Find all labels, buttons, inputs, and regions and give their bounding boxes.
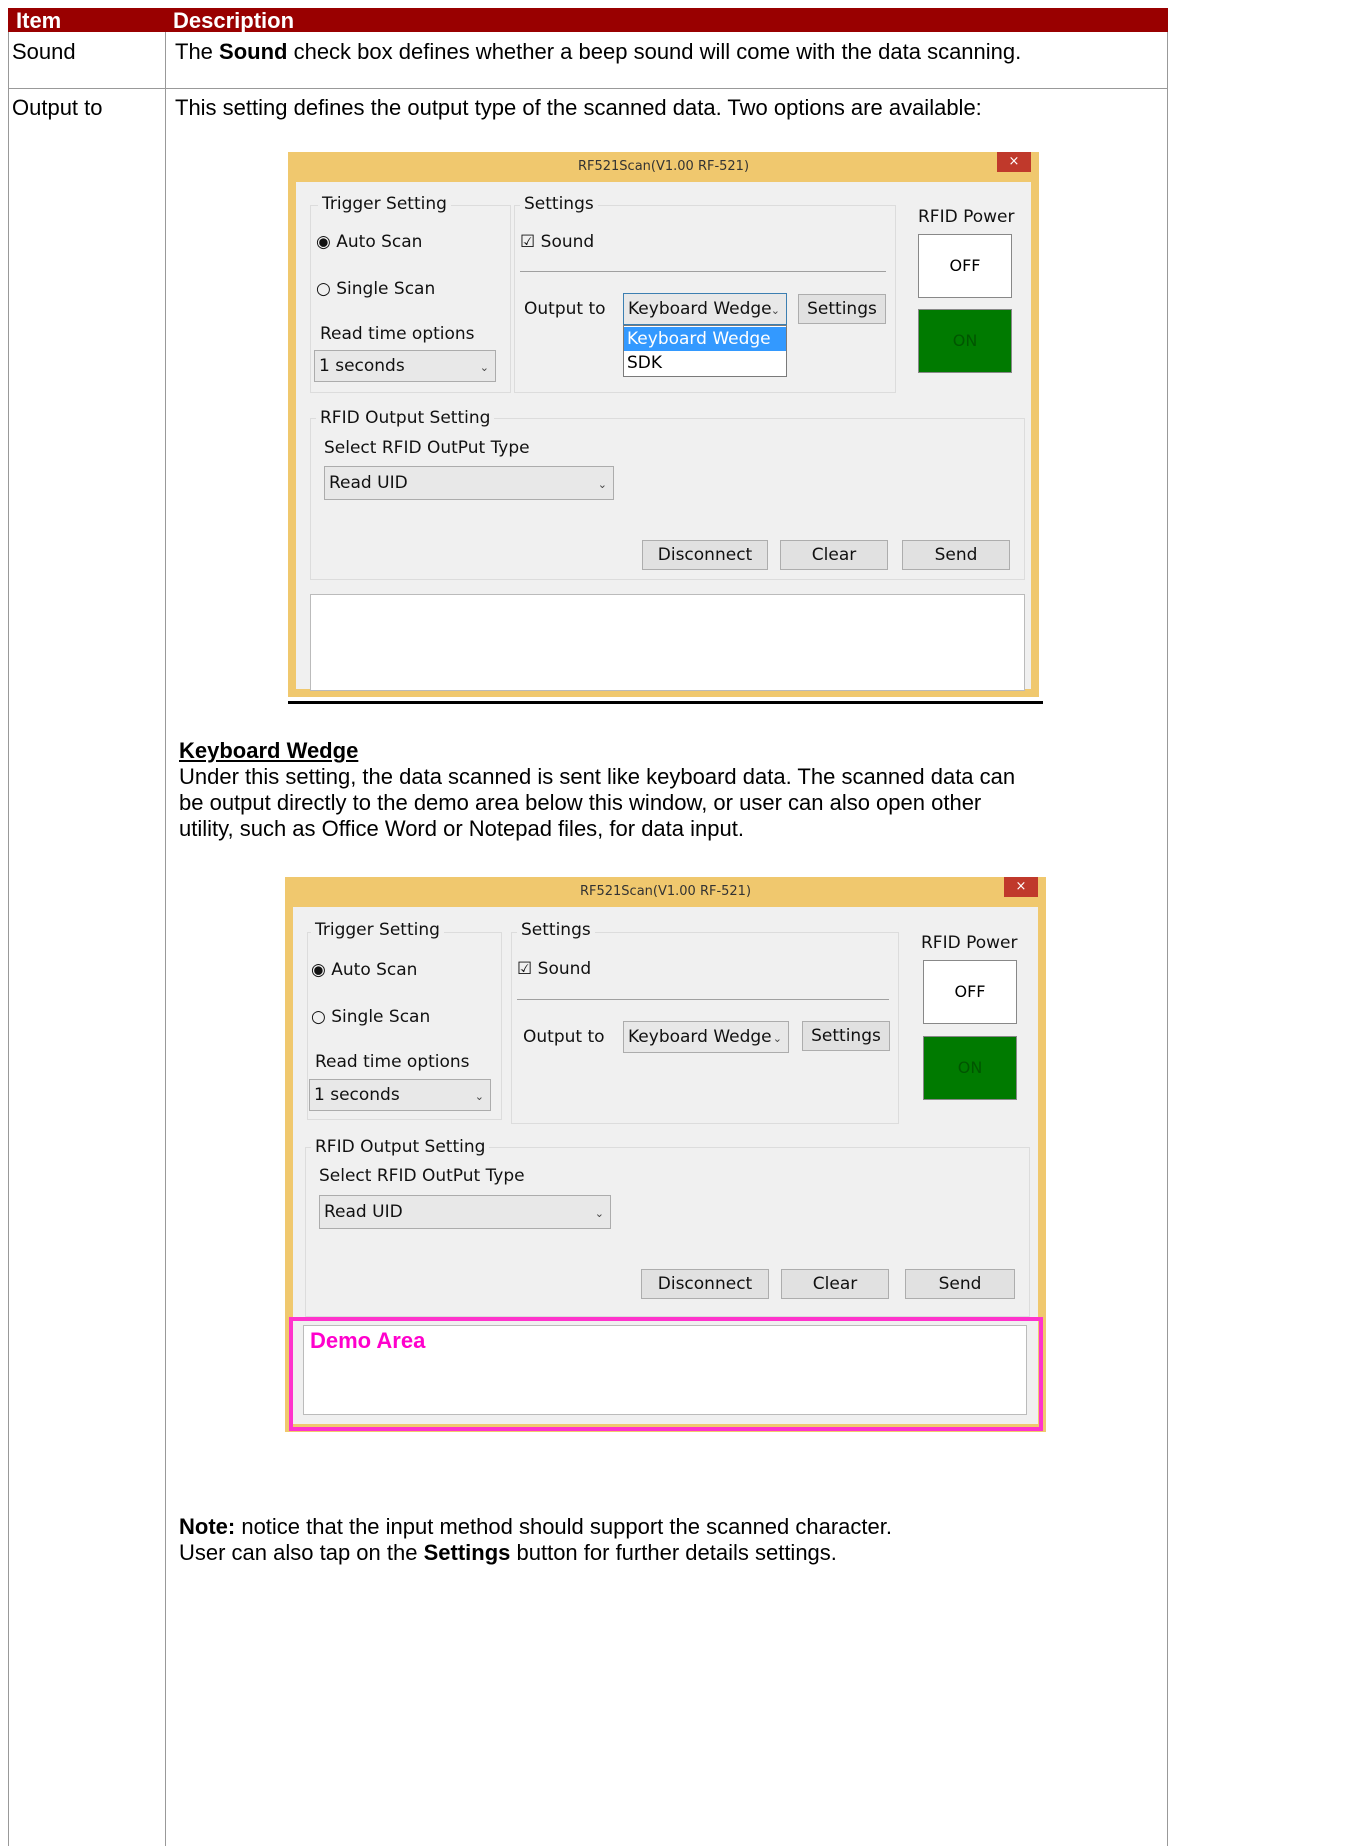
rfid-power-label: RFID Power xyxy=(918,207,1015,227)
dropdown-option-keyboard-wedge[interactable]: Keyboard Wedge xyxy=(624,327,786,351)
auto-scan-radio[interactable]: ◉ Auto Scan xyxy=(316,232,422,252)
demo-area-label: Demo Area xyxy=(310,1328,426,1353)
radio-checked-icon: ◉ xyxy=(311,960,326,980)
trigger-setting-legend: Trigger Setting xyxy=(311,920,444,940)
chevron-down-icon: ⌄ xyxy=(474,1090,484,1103)
rfid-power-on-button[interactable]: ON xyxy=(918,309,1012,373)
settings-separator xyxy=(517,999,889,1000)
demo-area-highlight: Demo Area xyxy=(289,1317,1043,1431)
app-window-demo: RF521Scan(V1.00 RF-521) × Trigger Settin… xyxy=(285,877,1046,1432)
rfid-power-off-button[interactable]: OFF xyxy=(918,234,1012,298)
radio-checked-icon: ◉ xyxy=(316,232,331,252)
window-title: RF521Scan(V1.00 RF-521) xyxy=(579,884,752,899)
rfid-power-off-button[interactable]: OFF xyxy=(923,960,1017,1024)
rfid-power-label: RFID Power xyxy=(921,933,1018,953)
output-to-label: Output to xyxy=(524,299,606,319)
settings-separator xyxy=(520,271,886,272)
sound-checkbox[interactable]: ☑ Sound xyxy=(517,959,591,979)
header-description: Description xyxy=(173,8,295,33)
table-right-border xyxy=(1167,32,1168,1846)
settings-button[interactable]: Settings xyxy=(798,294,886,324)
output-to-select[interactable]: Keyboard Wedge ⌄ xyxy=(623,1021,789,1053)
row-divider xyxy=(8,88,1168,89)
send-button[interactable]: Send xyxy=(905,1269,1015,1299)
chevron-down-icon: ⌄ xyxy=(772,1032,782,1045)
close-icon[interactable]: × xyxy=(1004,877,1038,897)
chevron-down-icon: ⌄ xyxy=(479,361,489,374)
clear-button[interactable]: Clear xyxy=(781,1269,889,1299)
chevron-down-icon: ⌄ xyxy=(770,304,780,317)
output-text-area[interactable] xyxy=(310,594,1025,691)
note-line-1: Note: notice that the input method shoul… xyxy=(179,1514,892,1539)
keyboard-wedge-line-1: Under this setting, the data scanned is … xyxy=(179,764,1016,789)
checkbox-checked-icon: ☑ xyxy=(520,232,536,252)
demo-area-text-box[interactable]: Demo Area xyxy=(303,1325,1027,1415)
radio-empty-icon: ○ xyxy=(311,1007,326,1027)
select-rfid-output-label: Select RFID OutPut Type xyxy=(324,438,530,458)
table-left-border xyxy=(8,32,9,1846)
send-button[interactable]: Send xyxy=(902,540,1010,570)
sound-checkbox[interactable]: ☑ Sound xyxy=(520,232,594,252)
checkbox-checked-icon: ☑ xyxy=(517,959,533,979)
output-to-select[interactable]: Keyboard Wedge ⌄ xyxy=(623,293,787,325)
chevron-down-icon: ⌄ xyxy=(594,1207,604,1220)
keyboard-wedge-line-3: utility, such as Office Word or Notepad … xyxy=(179,816,744,841)
keyboard-wedge-heading: Keyboard Wedge xyxy=(179,738,359,763)
row-sound-item: Sound xyxy=(12,39,76,64)
read-time-select[interactable]: 1 seconds ⌄ xyxy=(309,1079,491,1111)
disconnect-button[interactable]: Disconnect xyxy=(642,540,768,570)
window-client: Trigger Setting ◉ Auto Scan ○ Single Sca… xyxy=(296,182,1031,691)
settings-button[interactable]: Settings xyxy=(802,1021,890,1051)
select-rfid-output-label: Select RFID OutPut Type xyxy=(319,1166,525,1186)
table-header: Item Description xyxy=(8,8,1168,33)
window-title: RF521Scan(V1.00 RF-521) xyxy=(577,159,750,174)
settings-legend: Settings xyxy=(517,920,595,940)
single-scan-radio[interactable]: ○ Single Scan xyxy=(316,279,435,299)
single-scan-radio[interactable]: ○ Single Scan xyxy=(311,1007,430,1027)
rfid-power-on-button[interactable]: ON xyxy=(923,1036,1017,1100)
window-bottom-rule xyxy=(288,701,1043,704)
table-column-divider xyxy=(165,32,166,1846)
auto-scan-radio[interactable]: ◉ Auto Scan xyxy=(311,960,417,980)
settings-legend: Settings xyxy=(520,194,598,214)
read-time-label: Read time options xyxy=(320,324,475,344)
output-dropdown-list: Keyboard Wedge SDK xyxy=(623,325,787,377)
output-to-label: Output to xyxy=(523,1027,605,1047)
read-time-select[interactable]: 1 seconds ⌄ xyxy=(314,350,496,382)
app-window-dropdown-open: RF521Scan(V1.00 RF-521) × Trigger Settin… xyxy=(288,152,1039,697)
close-icon[interactable]: × xyxy=(997,152,1031,172)
row-output-description: This setting defines the output type of … xyxy=(175,95,982,120)
rfid-output-legend: RFID Output Setting xyxy=(311,1137,490,1157)
rfid-output-select[interactable]: Read UID ⌄ xyxy=(319,1195,611,1229)
chevron-down-icon: ⌄ xyxy=(597,478,607,491)
rfid-output-select[interactable]: Read UID ⌄ xyxy=(324,466,614,500)
clear-button[interactable]: Clear xyxy=(780,540,888,570)
read-time-label: Read time options xyxy=(315,1052,470,1072)
dropdown-option-sdk[interactable]: SDK xyxy=(624,351,786,375)
disconnect-button[interactable]: Disconnect xyxy=(641,1269,769,1299)
trigger-setting-legend: Trigger Setting xyxy=(318,194,451,214)
keyboard-wedge-line-2: be output directly to the demo area belo… xyxy=(179,790,982,815)
radio-empty-icon: ○ xyxy=(316,279,331,299)
rfid-output-legend: RFID Output Setting xyxy=(316,408,495,428)
row-output-item: Output to xyxy=(12,95,103,120)
note-line-2: User can also tap on the Settings button… xyxy=(179,1540,837,1565)
row-sound-description: The Sound check box defines whether a be… xyxy=(175,39,1022,64)
header-item: Item xyxy=(16,8,62,33)
